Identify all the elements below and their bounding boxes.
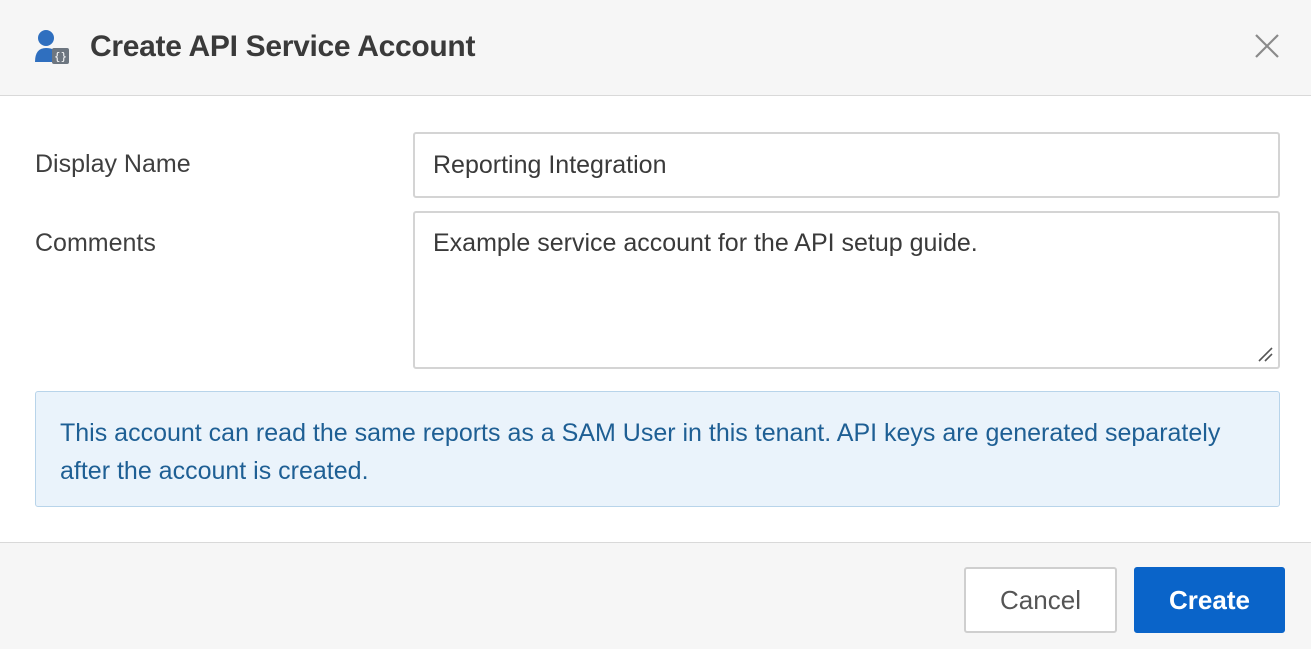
display-name-label: Display Name (35, 150, 191, 178)
comments-label: Comments (35, 229, 156, 257)
api-user-icon: {} (33, 28, 71, 66)
info-message: This account can read the same reports a… (35, 391, 1280, 507)
svg-text:{}: {} (54, 50, 67, 63)
dialog-footer: Cancel Create (0, 542, 1311, 649)
comments-textarea[interactable]: Example service account for the API setu… (413, 211, 1280, 369)
dialog-header: {} Create API Service Account (0, 0, 1311, 96)
display-name-input[interactable] (413, 132, 1280, 198)
dialog-title: Create API Service Account (90, 30, 476, 63)
resize-handle-icon[interactable] (1256, 345, 1274, 363)
cancel-button[interactable]: Cancel (964, 567, 1117, 633)
create-api-service-account-dialog: {} Create API Service Account Display Na… (0, 0, 1311, 649)
close-icon[interactable] (1252, 31, 1282, 61)
create-button[interactable]: Create (1134, 567, 1285, 633)
